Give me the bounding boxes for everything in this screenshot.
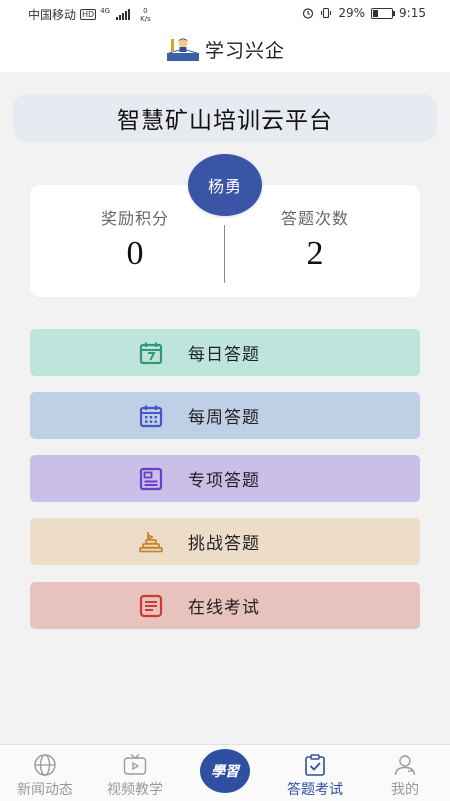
special-topic-icon [139,467,163,491]
answers-stat[interactable]: 答题次数 2 [225,205,405,273]
nav-mine[interactable]: 我的 [360,745,450,801]
battery-fill [373,9,379,17]
user-icon [394,755,416,776]
points-label: 奖励积分 [100,209,169,228]
bottom-nav: 新闻动态 视频教学 學習 答题考试 我的 [0,744,450,801]
nav-exam-label: 答题考试 [287,782,343,798]
platform-title: 智慧矿山培训云平台 [117,108,333,134]
status-left: 中国移动 HD 4G 0 K/s [28,6,151,23]
nav-mine-label: 我的 [391,782,419,798]
vibrate-icon [321,7,332,19]
special-quiz-button[interactable]: 专项答题 [30,455,420,502]
challenge-quiz-button[interactable]: 挑战答题 [30,518,420,565]
challenge-stairs-icon [139,532,163,553]
app-header: 学习兴企 [0,26,450,72]
hd-icon: HD [80,9,97,20]
online-exam-icon [139,594,163,618]
points-stat[interactable]: 奖励积分 0 [45,205,225,273]
reading-student-logo-icon [166,38,199,61]
nav-news-label: 新闻动态 [17,782,73,798]
nav-exam[interactable]: 答题考试 [270,745,360,801]
battery-percent: 29% [338,6,366,20]
daily-quiz-button[interactable]: 每日答题 [30,329,420,376]
center-logo-button[interactable]: 學習 [200,749,250,793]
weekly-quiz-label: 每周答题 [188,408,260,428]
online-exam-label: 在线考试 [188,598,260,618]
nav-video[interactable]: 视频教学 [90,745,180,801]
signal-icon [116,9,131,20]
points-value: 0 [126,235,144,272]
status-right: 29% 9:15 [302,6,426,20]
calendar-week-icon [139,405,163,428]
carrier-name: 中国移动 [28,8,77,22]
clock: 9:15 [399,6,426,20]
app-title: 学习兴企 [204,39,285,62]
globe-icon [34,754,56,776]
clipboard-check-icon [305,754,325,776]
battery-icon [371,7,396,19]
net-speed-value: 0 [143,6,148,15]
status-bar: 中国移动 HD 4G 0 K/s 29% 9:15 [0,0,450,26]
special-quiz-label: 专项答题 [188,471,260,491]
answers-label: 答题次数 [280,209,349,228]
user-avatar[interactable]: 杨勇 [188,154,262,216]
daily-quiz-label: 每日答题 [188,345,260,365]
answers-value: 2 [306,235,324,272]
platform-banner: 智慧矿山培训云平台 [13,94,437,142]
tv-icon [123,754,147,775]
calendar-day-icon [139,342,163,365]
weekly-quiz-button[interactable]: 每周答题 [30,392,420,439]
net-speed-unit: K/s [140,14,151,23]
challenge-quiz-label: 挑战答题 [188,534,260,554]
nav-video-label: 视频教学 [107,782,163,798]
nav-news[interactable]: 新闻动态 [0,745,90,801]
net-speed: 0 K/s [140,7,151,23]
alarm-icon [303,8,314,19]
network-type: 4G [100,6,111,15]
online-exam-button[interactable]: 在线考试 [30,582,420,629]
